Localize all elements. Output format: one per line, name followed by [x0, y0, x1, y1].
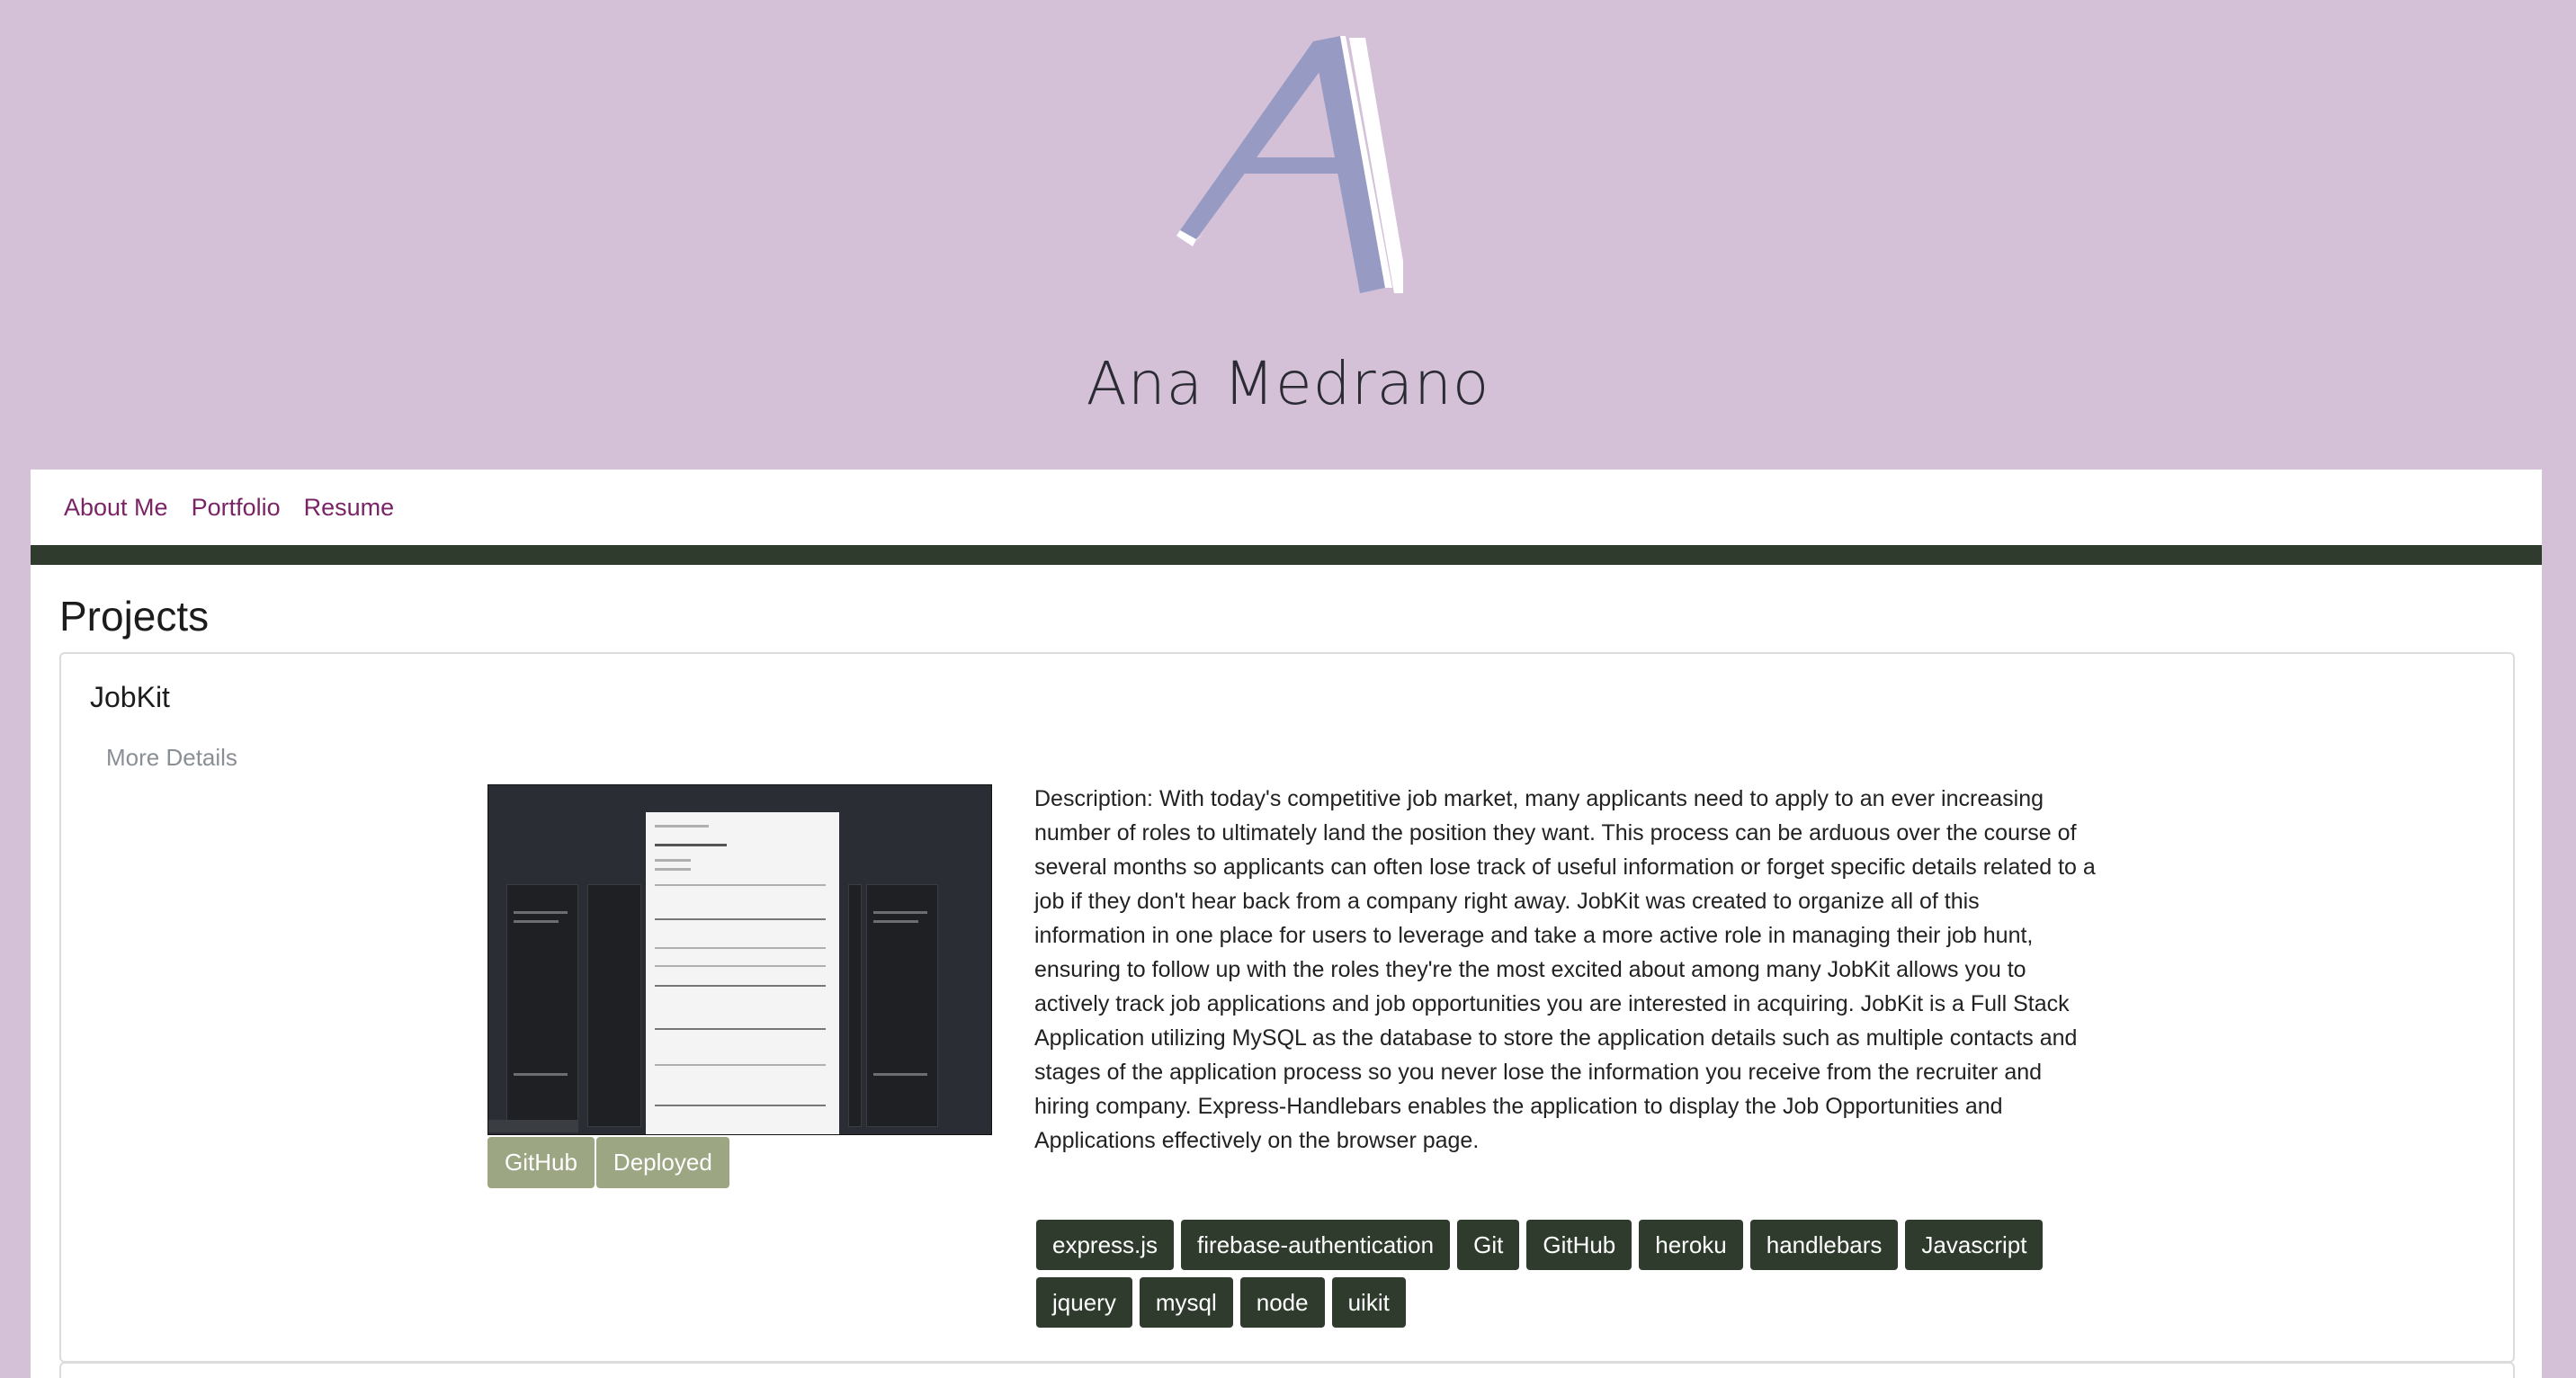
- project-link-buttons: GitHub Deployed: [487, 1137, 729, 1188]
- project-description: Description: With today's competitive jo…: [1034, 786, 2096, 1153]
- tag-badge: node: [1239, 1277, 1325, 1328]
- nav-divider-bar: [31, 545, 2542, 565]
- section-title: Projects: [59, 593, 210, 640]
- technology-tags: express.js firebase-authentication Git G…: [1036, 1220, 2115, 1328]
- project-screenshot-image-icon: [487, 784, 992, 1135]
- nav-link-about-me[interactable]: About Me: [64, 494, 168, 522]
- tag-badge: firebase-authentication: [1181, 1220, 1451, 1270]
- project-title: JobKit: [90, 681, 170, 713]
- tag-badge: GitHub: [1526, 1220, 1632, 1270]
- tag-badge: heroku: [1639, 1220, 1743, 1270]
- more-details-link[interactable]: More Details: [106, 744, 237, 772]
- tag-badge: mysql: [1139, 1277, 1233, 1328]
- tag-badge: jquery: [1036, 1277, 1132, 1328]
- tag-badge: Javascript: [1905, 1220, 2044, 1270]
- tag-badge: Git: [1457, 1220, 1520, 1270]
- github-button[interactable]: GitHub: [487, 1137, 595, 1188]
- deployed-button[interactable]: Deployed: [595, 1137, 729, 1188]
- tag-badge: handlebars: [1749, 1220, 1899, 1270]
- main-nav: About Me Portfolio Resume: [31, 470, 2542, 545]
- site-owner-name: Ana Medrano: [1086, 349, 1490, 418]
- tag-badge: uikit: [1331, 1277, 1406, 1328]
- stylized-letter-a-logo-icon: [1176, 36, 1403, 293]
- tag-badge: express.js: [1036, 1220, 1175, 1270]
- main-content: Projects JobKit More Details GitHub Depl…: [31, 565, 2542, 1378]
- next-project-card: [59, 1362, 2515, 1378]
- nav-link-portfolio[interactable]: Portfolio: [192, 494, 281, 522]
- nav-link-resume[interactable]: Resume: [304, 494, 395, 522]
- project-card: JobKit More Details GitHub Deployed Desc…: [59, 652, 2515, 1363]
- site-header: Ana Medrano: [0, 0, 2576, 470]
